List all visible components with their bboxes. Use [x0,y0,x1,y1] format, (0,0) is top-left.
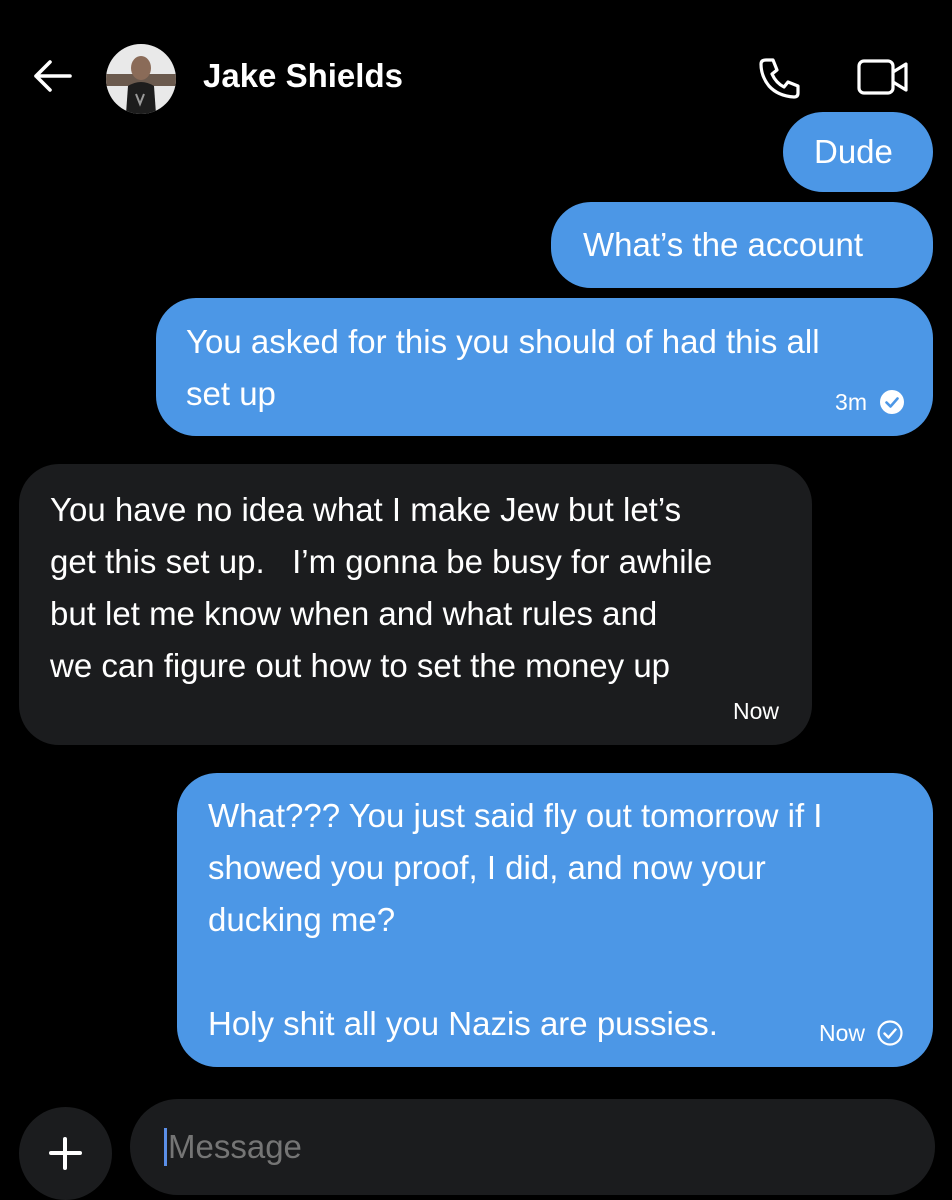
message-text: You asked for this you should of had thi… [186,323,820,412]
message-text: You have no idea what I make Jew but let… [50,491,713,684]
message-timestamp: Now [732,698,779,724]
check-circle-icon [880,390,904,414]
phone-icon [759,58,800,99]
contact-name[interactable]: Jake Shields [203,56,403,96]
back-button[interactable] [28,52,78,100]
message-text: What??? You just said fly out tomorrow i… [208,797,823,1042]
check-circle-outline-icon [877,1020,903,1046]
video-call-button[interactable] [856,57,910,97]
message-timestamp: Now [818,1020,865,1046]
message-bubble-incoming[interactable]: You have no idea what I make Jew but let… [19,464,812,745]
message-bubble-outgoing[interactable]: What’s the account [551,202,933,288]
message-text: What’s the account [583,226,864,263]
message-timestamp: 3m [835,389,867,415]
message-meta: 3m [835,388,905,416]
arrow-left-icon [34,60,72,92]
message-bubble-outgoing[interactable]: You asked for this you should of had thi… [156,298,933,436]
avatar[interactable] [106,44,176,114]
call-button[interactable] [757,55,803,101]
message-bubble-outgoing[interactable]: Dude [783,112,933,192]
text-caret [164,1128,167,1166]
message-meta: Now [733,697,779,725]
message-bubble-outgoing[interactable]: What??? You just said fly out tomorrow i… [177,773,933,1067]
plus-icon-vertical [63,1137,67,1170]
video-camera-icon [857,59,908,95]
add-attachment-button[interactable] [19,1107,112,1200]
avatar-photo-icon [106,44,176,114]
message-composer [0,1090,952,1200]
message-text: Dude [814,133,893,170]
conversation-header: Jake Shields [0,0,952,130]
message-input[interactable] [130,1099,935,1195]
message-meta: Now [819,1019,903,1047]
